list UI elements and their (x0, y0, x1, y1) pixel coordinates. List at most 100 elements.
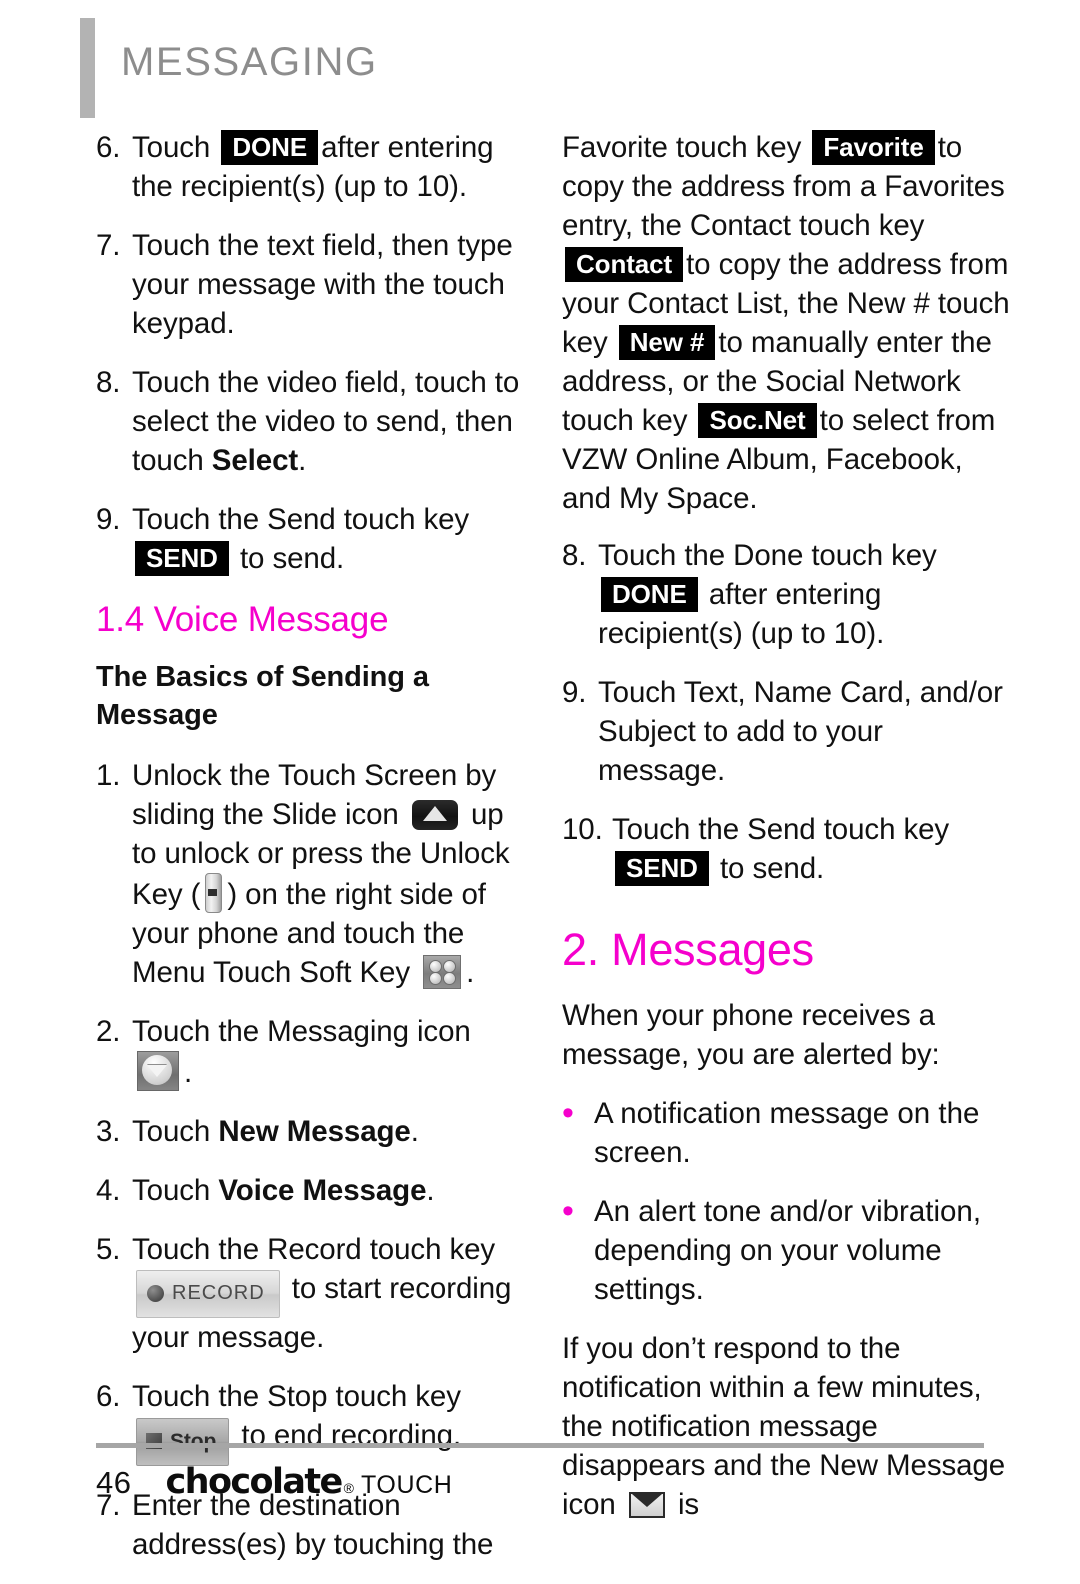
step-text-pre: Touch the Stop touch key (132, 1380, 461, 1413)
closing-paragraph: If you don’t respond to the notification… (562, 1329, 1014, 1524)
new-message-emphasis: New Message (218, 1115, 411, 1148)
step-text: Touch the Messaging icon . (132, 1012, 528, 1092)
step-text-pre: Touch the Send touch key (132, 503, 470, 536)
page-footer: 46 chocolate ® TOUCH (96, 1462, 452, 1502)
footer-divider (96, 1443, 984, 1448)
contact-key-badge[interactable]: Contact (565, 247, 684, 282)
step-text: Touch DONE after entering the recipient(s… (132, 128, 528, 206)
manual-page: MESSAGING 6. Touch DONE after entering th… (0, 0, 1080, 1561)
list-item: 9. Touch Text, Name Card, and/or Subject… (562, 673, 1014, 790)
header-accent-bar (80, 18, 95, 118)
intro-part1: Favorite touch key (562, 131, 802, 164)
left-column: 6. Touch DONE after entering the recipien… (96, 128, 528, 1584)
section-heading-voice-message: 1.4 Voice Message (96, 600, 389, 639)
step-text: Touch the Send touch key SEND to send. (612, 810, 1014, 888)
favorite-key-badge[interactable]: Favorite (812, 130, 935, 165)
messaging-icon (137, 1051, 179, 1091)
send-key-badge[interactable]: SEND (615, 851, 709, 886)
step-text-post: . (410, 1115, 419, 1148)
stop-key-label: Stop (170, 1429, 217, 1453)
step-text: Touch the Done touch key DONE after enter… (598, 536, 1014, 653)
step-number: 8. (96, 366, 121, 399)
step-text: Touch the Stop touch key Stop to end reco… (132, 1377, 528, 1466)
record-key-label: RECORD (172, 1282, 265, 1304)
unlock-key-icon (205, 873, 223, 913)
step-text-post: to send. (719, 852, 825, 885)
list-item: 5. Touch the Record touch key RECORD to s… (96, 1230, 528, 1357)
logo-suffix: TOUCH (361, 1471, 453, 1499)
stop-key-badge[interactable]: Stop (136, 1417, 230, 1466)
step-text: Touch Text, Name Card, and/or Subject to… (598, 676, 1003, 787)
step-number: 5. (96, 1233, 121, 1266)
subsection-heading-basics: The Basics of Sending a Message (96, 661, 429, 731)
list-item: 10. Touch the Send touch key SEND to send… (562, 810, 1014, 888)
list-item: 6. Touch the Stop touch key Stop to end r… (96, 1377, 528, 1466)
list-item: 3. Touch New Message. (96, 1112, 528, 1151)
step-number: 1. (96, 759, 121, 792)
step-text: Touch the text field, then type your mes… (132, 229, 513, 340)
page-title: MESSAGING (121, 40, 378, 84)
step-text: Touch New Message. (132, 1112, 528, 1151)
slide-icon (411, 800, 458, 830)
step-text: Touch the video field, touch to select t… (132, 363, 528, 480)
list-item: 6. Touch DONE after entering the recipien… (96, 128, 528, 206)
step-number: 6. (96, 1380, 121, 1413)
new-number-key-badge[interactable]: New # (618, 325, 716, 360)
bullet-dot-icon: • (562, 1094, 574, 1132)
step-text: Touch the Record touch key RECORD to star… (132, 1230, 528, 1357)
new-message-envelope-icon (628, 1492, 665, 1518)
step-number: 3. (96, 1115, 121, 1148)
step-text-part4: . (466, 956, 475, 989)
step-text-pre: Touch the Record touch key (132, 1233, 496, 1266)
list-item: 8. Touch the video field, touch to selec… (96, 363, 528, 480)
closing-part2: is (677, 1488, 700, 1521)
list-item: 7. Touch the text field, then type your … (96, 226, 528, 343)
step-text-pre: Touch (132, 1115, 211, 1148)
step-text-pre: Touch the Send touch key (612, 813, 950, 846)
messages-intro-paragraph: When your phone receives a message, you … (562, 999, 940, 1071)
record-key-badge[interactable]: RECORD (136, 1270, 280, 1318)
logo-wordmark: chocolate (165, 1462, 343, 1502)
done-key-badge[interactable]: DONE (221, 130, 319, 165)
done-key-badge[interactable]: DONE (601, 577, 698, 612)
page-header: MESSAGING (80, 18, 378, 118)
list-item: 8. Touch the Done touch key DONE after en… (562, 536, 1014, 653)
step-text-pre: Touch (132, 131, 211, 164)
voice-message-emphasis: Voice Message (218, 1174, 427, 1207)
step-number: 6. (96, 131, 121, 164)
page-number: 46 (96, 1465, 132, 1500)
step-number: 8. (562, 539, 587, 572)
bullet-text: A notification message on the screen. (594, 1097, 980, 1169)
step-text-post: . (426, 1174, 435, 1207)
step-text-pre: Touch the Messaging icon (132, 1015, 471, 1048)
select-emphasis: Select (211, 444, 299, 477)
list-item: • A notification message on the screen. (562, 1094, 1014, 1172)
send-key-badge[interactable]: SEND (135, 541, 229, 576)
list-item: 2. Touch the Messaging icon . (96, 1012, 528, 1092)
step-number: 2. (96, 1015, 121, 1048)
social-network-key-badge[interactable]: Soc.Net (698, 403, 817, 438)
list-item: 9. Touch the Send touch key SEND to send. (96, 500, 528, 578)
step-text: Touch Voice Message. (132, 1171, 528, 1210)
step-text-pre: Touch (132, 1174, 211, 1207)
list-item: 4. Touch Voice Message. (96, 1171, 528, 1210)
menu-soft-key-icon (423, 955, 462, 989)
step-number: 10. (562, 813, 603, 846)
intro-paragraph: Favorite touch key Favorite to copy the a… (562, 128, 1014, 518)
step-text-post: to send. (239, 542, 345, 575)
step-text-pre: Touch the Done touch key (598, 539, 937, 572)
step-text-pre: Touch the video field, touch to select t… (132, 366, 520, 477)
right-column: Favorite touch key Favorite to copy the a… (562, 128, 1014, 1544)
step-text-post: . (298, 444, 307, 477)
bullet-dot-icon: • (562, 1192, 574, 1230)
step-number: 9. (96, 503, 121, 536)
list-item: 1. Unlock the Touch Screen by sliding th… (96, 756, 528, 992)
bullet-text: An alert tone and/or vibration, dependin… (594, 1195, 982, 1306)
step-text-post: . (184, 1056, 193, 1089)
step-text: Touch the Send touch key SEND to send. (132, 500, 528, 578)
step-number: 4. (96, 1174, 121, 1207)
brand-logo: chocolate ® TOUCH (165, 1462, 452, 1502)
step-text: Unlock the Touch Screen by sliding the S… (132, 756, 528, 992)
step-number: 7. (96, 229, 121, 262)
record-dot-icon (147, 1285, 164, 1302)
